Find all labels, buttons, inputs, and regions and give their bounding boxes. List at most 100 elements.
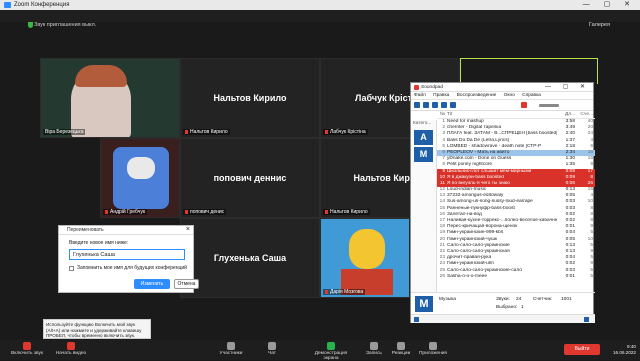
chat-label: Чат: [268, 351, 276, 356]
close-icon[interactable]: ×: [186, 226, 190, 233]
menu-playback[interactable]: Воспроизведение: [457, 93, 497, 98]
window-titlebar: Zoom Конференция — ▢ ✕: [0, 0, 640, 10]
col-title[interactable]: Tit: [447, 111, 557, 118]
participant-tile-1[interactable]: Віра Березецька: [40, 58, 180, 138]
participant-avatar: [349, 229, 385, 269]
participant-label: Нальтов Кирило: [183, 129, 230, 135]
unmute-button[interactable]: Включить звук: [10, 340, 44, 360]
stop-icon[interactable]: [432, 102, 438, 108]
soundpad-title: Soundpad: [421, 85, 443, 90]
soundpad-window-controls[interactable]: — ▢ ✕: [545, 83, 590, 92]
selected-count: 1: [521, 305, 524, 310]
sound-list: № Tit Дл... Сче... 1 Need for mashup 3:58 4…: [437, 111, 595, 292]
security-shield-icon[interactable]: [28, 22, 33, 28]
participant-tile-2[interactable]: Нальтов Кирило Нальтов Кирило: [180, 58, 320, 138]
hotkey-icon[interactable]: [414, 317, 419, 322]
rename-dialog-title: Переименовать: [59, 226, 193, 235]
chat-icon: [268, 342, 276, 350]
col-num[interactable]: №: [437, 111, 447, 118]
participant-name: Нальтов Кирило: [213, 93, 287, 103]
soundpad-menubar: Файл Правка Воспроизведение Окно Справка: [411, 92, 593, 100]
muted-mic-icon: [105, 209, 108, 214]
category-badge: M: [415, 296, 433, 312]
avatar-face: [127, 157, 155, 179]
participant-tile-5[interactable]: попович деннис попович денис: [180, 138, 320, 218]
reactions-label: Реакции: [391, 351, 411, 356]
meeting-controls: Включить звук Начать видео Участники Чат…: [0, 340, 640, 361]
checkbox-label: Запомнить мое имя для будущих конференци…: [77, 265, 187, 271]
category-name: Музыка: [439, 297, 456, 302]
menu-edit[interactable]: Правка: [433, 93, 449, 98]
col-plays[interactable]: Сче...: [575, 111, 593, 118]
participant-tile-9[interactable]: Дарія Мозгова: [320, 218, 410, 298]
settings-icon[interactable]: [584, 317, 589, 322]
sound-plays: 5: [590, 273, 593, 279]
volume-slider[interactable]: [539, 104, 559, 107]
reactions-icon: [397, 342, 405, 350]
played-count: 1001: [561, 297, 572, 302]
apps-icon: [429, 342, 437, 350]
selected-label: Выбрано:: [496, 305, 518, 310]
soundpad-app-icon: [414, 85, 419, 90]
cancel-button[interactable]: Отмена: [174, 279, 199, 289]
sounds-label: Звуки:: [496, 297, 510, 302]
participants-icon: [227, 342, 235, 350]
sounds-count: 24: [516, 297, 522, 302]
security-text: Звук приглашения выкл.: [34, 22, 97, 28]
system-tray-clock: 9:40 16.06.2022: [613, 340, 636, 356]
new-name-input[interactable]: [69, 249, 185, 260]
participant-label: попович денис: [183, 209, 227, 215]
muted-mic-icon: [325, 289, 328, 294]
reactions-button[interactable]: Реакции: [390, 340, 412, 360]
participant-label: Лабчук Крістіна: [323, 129, 368, 135]
participant-label: Андрій Гребчук: [103, 209, 148, 215]
categories-panel: Катего... A M: [411, 120, 437, 292]
categories-header: Катего...: [413, 121, 432, 126]
played-label: Счетчик:: [533, 297, 553, 302]
clock-date: 16.06.2022: [613, 350, 636, 355]
participant-tile-4[interactable]: Андрій Гребчук: [100, 138, 180, 218]
participants-button[interactable]: Участники: [218, 340, 244, 360]
meeting-topbar: Звук приглашения выкл. Галерея: [0, 10, 640, 28]
unmute-label: Включить звук: [11, 351, 43, 356]
category-m[interactable]: M: [414, 147, 433, 162]
previous-icon[interactable]: [441, 102, 447, 108]
col-duration[interactable]: Дл...: [557, 111, 575, 118]
checkbox-box[interactable]: [69, 265, 74, 271]
menu-file[interactable]: Файл: [414, 93, 426, 98]
record-icon[interactable]: [521, 102, 527, 108]
record-button[interactable]: Запись: [364, 340, 384, 360]
next-icon[interactable]: [450, 102, 456, 108]
start-video-button[interactable]: Начать видео: [54, 340, 88, 360]
category-a[interactable]: A: [414, 130, 433, 145]
participants-label: Участники: [219, 351, 243, 356]
menu-help[interactable]: Справка: [522, 93, 541, 98]
rename-dialog: Переименовать × Введите новое имя ниже: …: [58, 225, 199, 293]
sound-title: Sasha-o-o-o-meee: [447, 273, 487, 279]
participant-label: Дарія Мозгова: [323, 289, 366, 295]
unmute-tooltip: Используйте функцию Включить мой звук (A…: [43, 319, 151, 339]
pause-icon[interactable]: [423, 102, 429, 108]
leave-button[interactable]: Выйти: [564, 344, 600, 355]
window-controls[interactable]: — ▢ ✕: [583, 0, 636, 10]
participant-label: Нальтов Кирило: [323, 209, 370, 215]
apps-button[interactable]: Приложения: [418, 340, 448, 360]
participant-name: Глухенька Саша: [213, 253, 287, 263]
sound-row[interactable]: 26 Sasha-o-o-o-meee 0:01 5: [437, 274, 595, 280]
play-icon[interactable]: [414, 102, 420, 108]
remember-name-checkbox[interactable]: Запомнить мое имя для будущих конференци…: [69, 265, 187, 271]
participant-tile-8[interactable]: Глухенька Саша: [180, 218, 320, 298]
soundpad-toolbar: [411, 100, 593, 111]
menu-window[interactable]: Окно: [504, 93, 515, 98]
view-switch-button[interactable]: Галерея: [589, 22, 610, 28]
soundpad-titlebar: Soundpad — ▢ ✕: [411, 83, 593, 92]
muted-mic-icon: [325, 209, 328, 214]
rename-button[interactable]: Изменить: [134, 279, 170, 289]
chat-button[interactable]: Чат: [262, 340, 282, 360]
participant-hair: [75, 65, 127, 87]
muted-mic-icon: [325, 129, 328, 134]
share-screen-button[interactable]: Демонстрация экрана: [308, 340, 354, 361]
apps-label: Приложения: [418, 351, 448, 356]
soundpad-window: Soundpad — ▢ ✕ Файл Правка Воспроизведен…: [410, 82, 595, 323]
sound-duration: 0:01: [565, 273, 575, 279]
